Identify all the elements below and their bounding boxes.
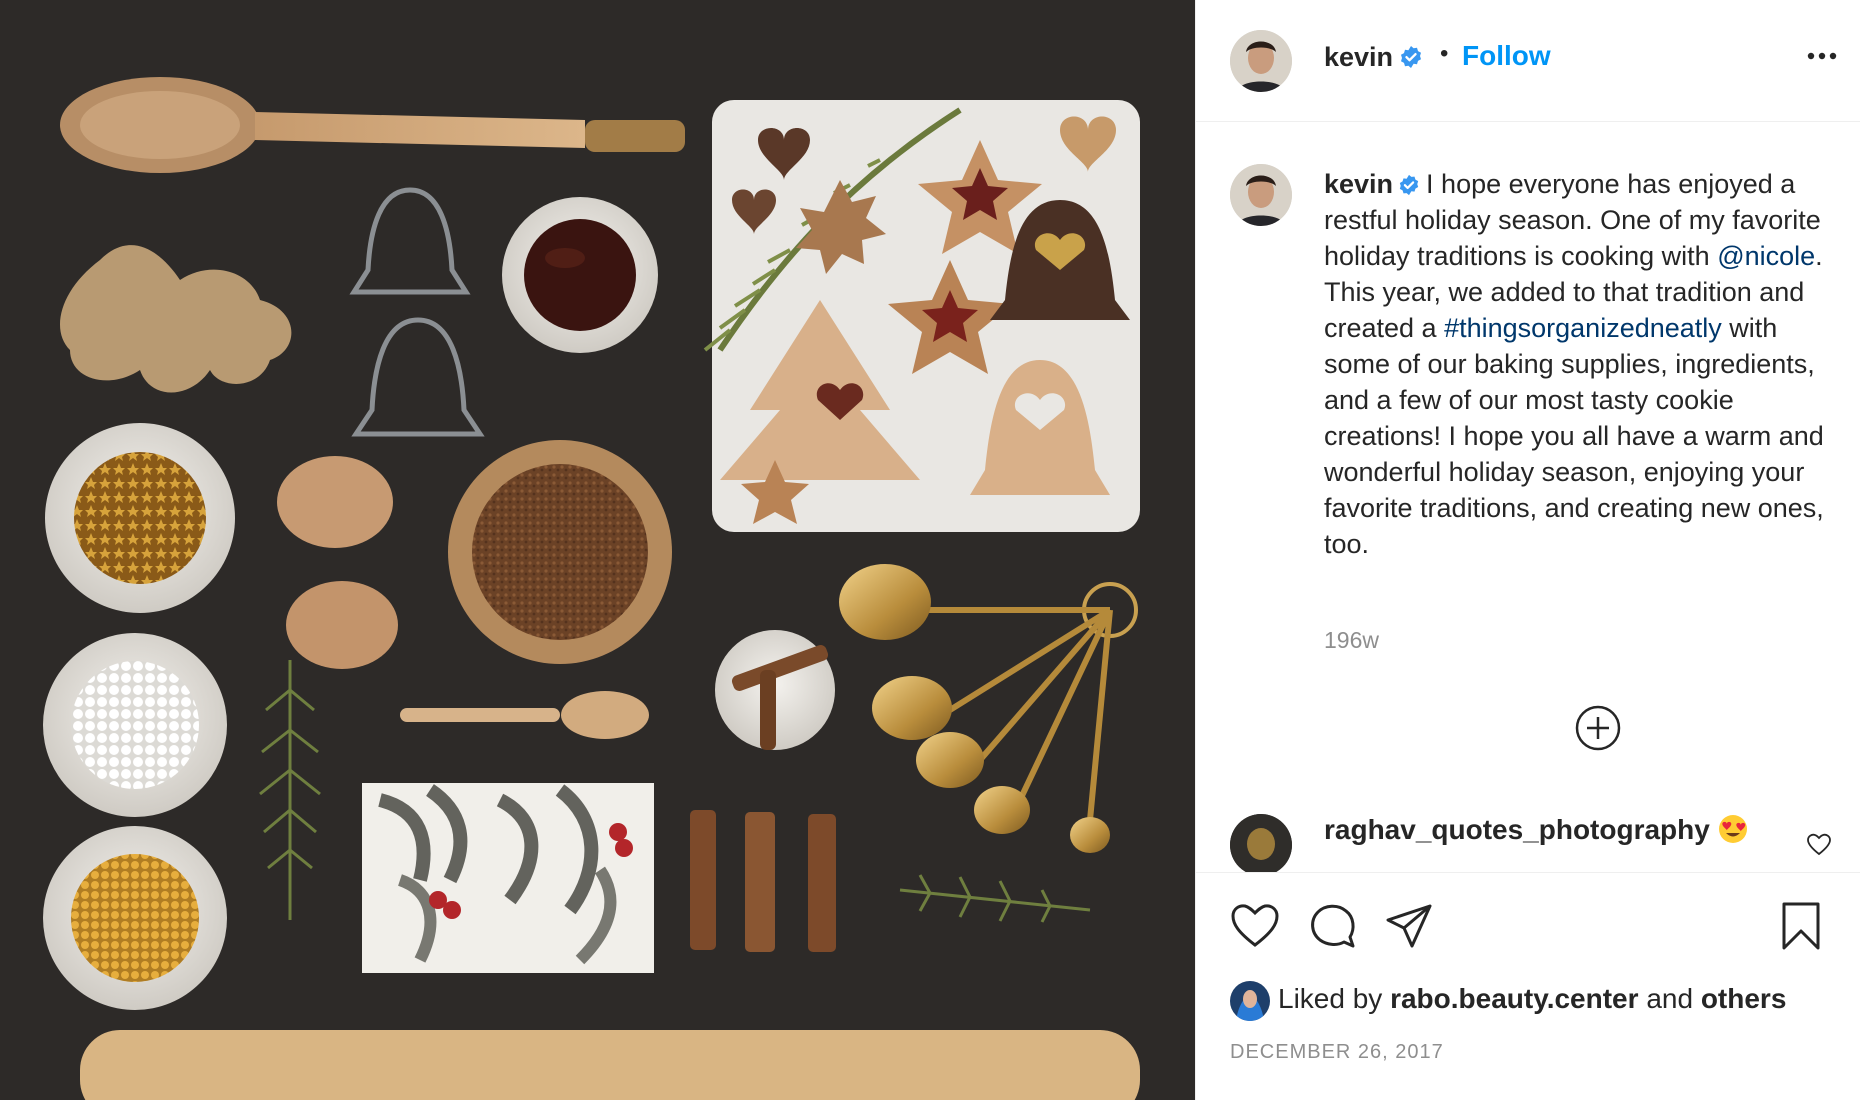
flat-lay-photo (0, 0, 1195, 1100)
comment-username[interactable]: raghav_quotes_photography (1324, 814, 1710, 845)
comment-author: raghav_quotes_photography (1324, 814, 1748, 846)
caption-avatar[interactable] (1230, 164, 1292, 226)
plus-circle-icon[interactable] (1574, 704, 1622, 752)
post-details-panel: kevin • Follow kevin I hope everyone has … (1195, 0, 1860, 1100)
likes-joiner: and (1646, 983, 1694, 1014)
likes-prefix: Liked by (1278, 983, 1383, 1014)
commenter-avatar[interactable] (1230, 814, 1292, 872)
liker-photo (1230, 981, 1270, 1021)
author-username[interactable]: kevin (1324, 42, 1423, 73)
caption-username[interactable]: kevin (1324, 169, 1393, 199)
caption-hashtag-link[interactable]: #thingsorganizedneatly (1444, 313, 1722, 343)
tea-towel (362, 783, 654, 973)
heart-eyes-emoji-icon (1718, 815, 1747, 843)
cinnamon-stick-2 (745, 812, 775, 952)
profile-photo (1230, 30, 1292, 92)
ellipsis-icon[interactable] (1804, 44, 1840, 68)
post-image[interactable] (0, 0, 1195, 1100)
commenter-photo (1230, 814, 1292, 872)
likes-summary: Liked by rabo.beauty.center and others (1278, 983, 1786, 1015)
cookie-board (703, 100, 1140, 532)
brown-sugar-bowl (448, 440, 672, 664)
caption-age[interactable]: 196w (1324, 627, 1379, 654)
post-actions: Liked by rabo.beauty.center and others D… (1196, 872, 1860, 1100)
caption-text-part-3: with some of our baking supplies, ingred… (1324, 313, 1824, 559)
comments-section[interactable]: kevin I hope everyone has enjoyed a restf… (1196, 122, 1860, 872)
follow-button[interactable]: Follow (1462, 40, 1551, 72)
jam-bowl (502, 197, 658, 353)
instagram-post: kevin • Follow kevin I hope everyone has … (0, 0, 1860, 1100)
comment-heart-icon[interactable] (1806, 832, 1832, 858)
comment-bubble-icon[interactable] (1308, 901, 1358, 951)
cinnamon-bowl (715, 630, 835, 750)
verified-badge-icon (1399, 174, 1419, 196)
separator-dot: • (1440, 40, 1449, 67)
cinnamon-stick-3 (808, 814, 836, 952)
profile-photo (1230, 164, 1292, 226)
rolling-pin (80, 1030, 1140, 1100)
egg-2 (286, 581, 398, 669)
likes-others-link[interactable]: others (1701, 983, 1787, 1014)
verified-badge-icon (1401, 46, 1422, 68)
liker-avatar[interactable] (1230, 981, 1270, 1021)
post-caption: kevin I hope everyone has enjoyed a restf… (1324, 166, 1834, 562)
bowl-stars (45, 423, 235, 613)
author-avatar[interactable] (1230, 30, 1292, 92)
cinnamon-stick-1 (690, 810, 716, 950)
post-header: kevin • Follow (1196, 0, 1860, 122)
heart-icon[interactable] (1230, 901, 1280, 951)
egg-1 (277, 456, 393, 548)
post-date[interactable]: DECEMBER 26, 2017 (1230, 1041, 1444, 1064)
bowl-gold-pearls (43, 826, 227, 1010)
caption-mention-link[interactable]: @nicole (1717, 241, 1815, 271)
bookmark-icon[interactable] (1776, 901, 1826, 951)
paper-plane-icon[interactable] (1384, 901, 1434, 951)
bowl-white-sprinkles (43, 633, 227, 817)
author-username-text[interactable]: kevin (1324, 42, 1393, 72)
liker-username[interactable]: rabo.beauty.center (1390, 983, 1638, 1014)
